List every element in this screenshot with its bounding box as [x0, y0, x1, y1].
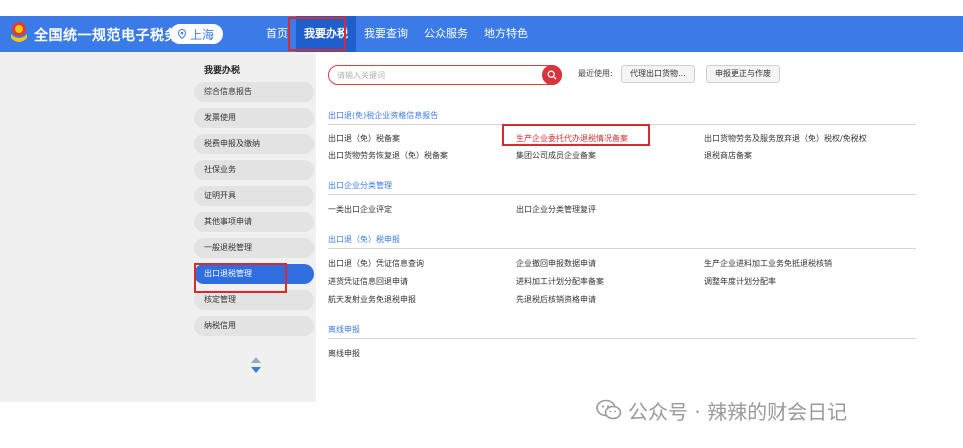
- section-title-classification: 出口企业分类管理: [328, 181, 392, 190]
- sidebar-item-social-security[interactable]: 社保业务: [194, 160, 314, 180]
- link-group-member-filing[interactable]: 集团公司成员企业备案: [516, 150, 596, 161]
- sidebar-item-other-requests[interactable]: 其他事项申请: [194, 212, 314, 232]
- sidebar-item-invoice[interactable]: 发票使用: [194, 108, 314, 128]
- section-title-offline: 离线申报: [328, 325, 360, 334]
- scroll-arrows-icon[interactable]: [250, 356, 262, 374]
- search-input[interactable]: [337, 68, 537, 82]
- nav-public-service[interactable]: 公众服务: [416, 16, 476, 52]
- divider: [328, 124, 916, 125]
- tax-emblem-icon: [11, 22, 27, 42]
- recent-item-export-agency[interactable]: 代理出口货物...: [621, 65, 695, 83]
- nav-handle-tax[interactable]: 我要办税: [296, 16, 356, 52]
- link-classification-review[interactable]: 出口企业分类管理复评: [516, 204, 596, 215]
- link-entrusted-refund-filing[interactable]: 生产企业委托代办退税情况备案: [516, 133, 628, 144]
- sidebar-item-certificate[interactable]: 证明开具: [194, 186, 314, 206]
- main-nav: 首页 我要办税 我要查询 公众服务 地方特色: [258, 16, 536, 52]
- page: 全国统一规范电子税务局 上海 首页 我要办税 我要查询 公众服务 地方特色 我要…: [0, 0, 963, 448]
- link-restore-refund-filing[interactable]: 出口货物劳务恢复退（免）税备案: [328, 150, 448, 161]
- recent-label: 最近使用:: [578, 69, 613, 78]
- sidebar-item-export-refund[interactable]: 出口退税管理: [194, 264, 314, 284]
- sidebar-item-general-refund[interactable]: 一般退税管理: [194, 238, 314, 258]
- sidebar-title: 我要办税: [204, 66, 241, 76]
- watermark: 公众号 · 辣辣的财会日记: [596, 394, 847, 426]
- nav-query[interactable]: 我要查询: [356, 16, 416, 52]
- link-offline-declaration[interactable]: 离线申报: [328, 348, 360, 359]
- top-navbar: 全国统一规范电子税务局 上海 首页 我要办税 我要查询 公众服务 地方特色: [0, 16, 963, 52]
- link-refund-store-filing[interactable]: 退税商店备案: [704, 150, 752, 161]
- region-selector[interactable]: 上海: [170, 24, 224, 44]
- region-label: 上海: [190, 27, 215, 42]
- divider: [328, 194, 916, 195]
- search-icon: [547, 70, 557, 80]
- location-pin-icon: [177, 29, 187, 39]
- link-voucher-rollback[interactable]: 进货凭证信息回退申请: [328, 276, 408, 287]
- main-content: 最近使用: 代理出口货物... 申报更正与作废 出口退(免)税企业资格信息报告 …: [316, 52, 916, 402]
- link-refund-first-qualification[interactable]: 先退税后核销资格申请: [516, 294, 596, 305]
- link-adjust-allocation-rate[interactable]: 调整年度计划分配率: [704, 276, 776, 287]
- nav-home[interactable]: 首页: [258, 16, 296, 52]
- nav-local-features[interactable]: 地方特色: [476, 16, 536, 52]
- link-export-refund-filing[interactable]: 出口退（免）税备案: [328, 133, 400, 144]
- sidebar-item-comprehensive-report[interactable]: 综合信息报告: [194, 82, 314, 102]
- sidebar: 我要办税 综合信息报告 发票使用 税费申报及缴纳 社保业务 证明开具 其他事项申…: [194, 60, 316, 342]
- section-title-qualification: 出口退(免)税企业资格信息报告: [328, 111, 439, 120]
- divider: [328, 338, 916, 339]
- sidebar-item-tax-credit[interactable]: 纳税信用: [194, 316, 314, 336]
- link-processing-writeoff[interactable]: 生产企业进料加工业务免抵退税核销: [704, 258, 832, 269]
- divider: [328, 248, 916, 249]
- section-title-refund-declaration: 出口退（免）税申报: [328, 235, 400, 244]
- sidebar-item-assessment[interactable]: 核定管理: [194, 290, 314, 310]
- link-voucher-query[interactable]: 出口退（免）凭证信息查询: [328, 258, 424, 269]
- wechat-icon: [596, 399, 622, 420]
- link-allocation-rate-filing[interactable]: 进料加工计划分配率备案: [516, 276, 604, 287]
- recent-item-declaration-correction[interactable]: 申报更正与作废: [706, 65, 780, 83]
- watermark-text: 公众号 · 辣辣的财会日记: [628, 399, 848, 424]
- link-waive-refund-right[interactable]: 出口货物劳务及服务放弃退（免）税权/免税权: [704, 133, 867, 144]
- link-withdraw-declaration[interactable]: 企业撤回申报数据申请: [516, 258, 596, 269]
- sidebar-item-declaration-payment[interactable]: 税费申报及缴纳: [194, 134, 314, 154]
- search-button[interactable]: [542, 65, 562, 85]
- link-class-one-evaluation[interactable]: 一类出口企业评定: [328, 204, 392, 215]
- search-box: [328, 65, 562, 85]
- link-aerospace-declaration[interactable]: 航天发射业务免退税申报: [328, 294, 416, 305]
